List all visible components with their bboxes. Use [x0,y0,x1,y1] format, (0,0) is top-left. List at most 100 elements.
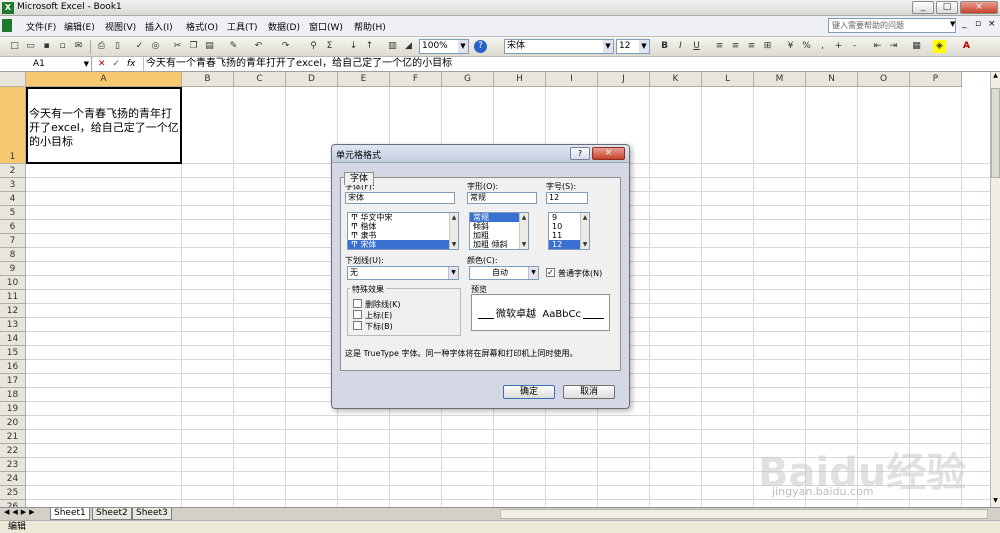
row-header[interactable]: 6 [0,220,26,234]
row-header[interactable]: 1 [0,87,26,164]
menu-help[interactable]: 帮助(H) [354,20,386,33]
font-style-input[interactable]: 常规 [467,192,537,204]
menu-edit[interactable]: 编辑(E) [64,20,95,33]
horizontal-scrollbar[interactable] [500,509,988,519]
align-right-icon[interactable]: ≡ [745,40,758,53]
undo-icon[interactable]: ↶ [252,40,265,53]
italic-button[interactable]: I [674,40,687,53]
save-icon[interactable]: ▪ [40,40,53,53]
decrease-indent-icon[interactable]: ⇤ [871,40,884,53]
row-header[interactable]: 22 [0,444,26,458]
column-header[interactable]: F [390,72,442,87]
sort-ascending-icon[interactable]: ↓ [347,40,360,53]
align-center-icon[interactable]: ≡ [729,40,742,53]
tab-sheet2[interactable]: Sheet2 [92,508,132,520]
column-header[interactable]: H [494,72,546,87]
scroll-down-icon[interactable]: ▼ [520,240,528,249]
help-search-input[interactable]: 键入需要帮助的问题 [828,18,956,33]
zoom-select[interactable]: 100% ▼ [419,39,469,54]
row-header[interactable]: 21 [0,430,26,444]
scroll-down-icon[interactable]: ▼ [581,240,589,249]
print-preview-icon[interactable]: ▯ [111,40,124,53]
spelling-icon[interactable]: ✓ [133,40,146,53]
font-size-input[interactable]: 12 [546,192,588,204]
column-header[interactable]: L [702,72,754,87]
scroll-thumb[interactable] [991,88,1000,178]
row-header[interactable]: 20 [0,416,26,430]
minimize-button[interactable]: _ [912,1,934,14]
select-all-corner[interactable] [0,72,26,87]
menu-window[interactable]: 窗口(W) [309,20,343,33]
font-color-icon[interactable]: A [960,40,973,53]
column-header[interactable]: G [442,72,494,87]
borders-icon[interactable]: ▦ [910,40,923,53]
dialog-help-button[interactable]: ? [570,147,590,160]
workbook-icon[interactable] [2,19,12,32]
row-header[interactable]: 17 [0,374,26,388]
list-scrollbar[interactable]: ▲ ▼ [580,213,589,249]
font-style-list[interactable]: 常规 倾斜 加粗 加粗 倾斜 ▲ ▼ [469,212,529,250]
font-name-input[interactable]: 宋体 [345,192,455,204]
sort-descending-icon[interactable]: ↑ [363,40,376,53]
menu-tools[interactable]: 工具(T) [227,20,258,33]
list-scrollbar[interactable]: ▲ ▼ [449,213,458,249]
open-icon[interactable]: ▭ [24,40,37,53]
merge-center-icon[interactable]: ⊞ [761,40,774,53]
dialog-close-button[interactable]: × [592,147,625,160]
row-header[interactable]: 13 [0,318,26,332]
print-icon[interactable]: ⎙ [95,40,108,53]
enter-edit-button[interactable]: ✓ [112,59,120,69]
copy-icon[interactable]: ❐ [187,40,200,53]
research-icon[interactable]: ◎ [149,40,162,53]
tab-navigation-icon[interactable]: ◀◀▶▶ [4,508,38,516]
row-header[interactable]: 25 [0,486,26,500]
dialog-title-bar[interactable]: 单元格格式 ? × [332,145,629,163]
menu-view[interactable]: 视图(V) [105,20,136,33]
row-header[interactable]: 24 [0,472,26,486]
strikethrough-checkbox[interactable] [353,299,362,308]
decrease-decimal-icon[interactable]: - [848,40,861,53]
tab-sheet3[interactable]: Sheet3 [132,508,172,520]
name-box[interactable]: A1 ▼ [0,57,92,71]
row-header[interactable]: 23 [0,458,26,472]
list-item[interactable]: Ͳ 华文中宋 [348,213,458,222]
scroll-down-icon[interactable]: ▼ [991,497,1000,507]
column-header[interactable]: D [286,72,338,87]
permission-icon[interactable]: ▫ [56,40,69,53]
currency-icon[interactable]: ¥ [784,40,797,53]
row-header[interactable]: 3 [0,178,26,192]
column-header[interactable]: P [910,72,962,87]
scroll-down-icon[interactable]: ▼ [450,240,458,249]
close-button[interactable]: × [960,1,998,14]
bold-button[interactable]: B [658,40,671,53]
scroll-up-icon[interactable]: ▲ [581,213,589,222]
column-header[interactable]: A [26,72,182,87]
font-name-list[interactable]: Ͳ 华文中宋 Ͳ 楷体 Ͳ 隶书 Ͳ 宋体 ▲ ▼ [347,212,459,250]
scroll-up-icon[interactable]: ▲ [991,72,1000,82]
list-item[interactable]: Ͳ 隶书 [348,231,458,240]
underline-select[interactable]: 无 ▼ [347,266,459,280]
list-item[interactable]: Ͳ 楷体 [348,222,458,231]
row-header[interactable]: 11 [0,290,26,304]
chart-wizard-icon[interactable]: ▥ [386,40,399,53]
row-header[interactable]: 19 [0,402,26,416]
row-header[interactable]: 18 [0,388,26,402]
ok-button[interactable]: 确定 [503,385,555,399]
font-size-select[interactable]: 12 ▼ [616,39,650,54]
cancel-button[interactable]: 取消 [563,385,615,399]
workbook-close-icon[interactable]: × [988,19,996,29]
comma-icon[interactable]: , [816,40,829,53]
font-select[interactable]: 宋体 ▼ [504,39,614,54]
cut-icon[interactable]: ✂ [171,40,184,53]
row-header[interactable]: 4 [0,192,26,206]
row-header[interactable]: 10 [0,276,26,290]
cancel-edit-button[interactable]: ✕ [98,59,106,69]
row-header[interactable]: 14 [0,332,26,346]
paste-icon[interactable]: ▤ [203,40,216,53]
autosum-button[interactable]: Σ [323,40,336,53]
list-item-selected[interactable]: Ͳ 宋体 [348,240,458,249]
menu-format[interactable]: 格式(O) [186,20,218,33]
help-icon[interactable]: ? [474,40,487,53]
column-header[interactable]: B [182,72,234,87]
insert-function-button[interactable]: fx [127,59,136,69]
